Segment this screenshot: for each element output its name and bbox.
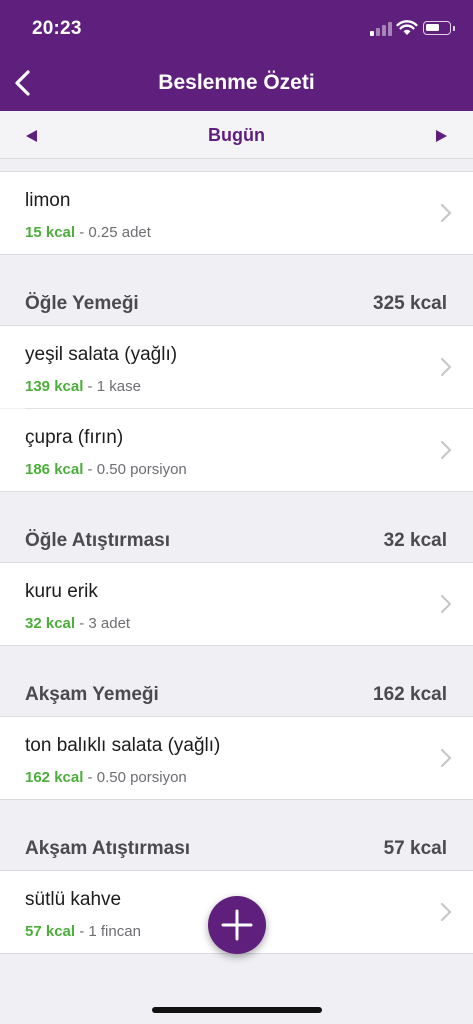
food-name: ton balıklı salata (yağlı) [25,735,221,756]
food-detail: 162 kcal - 0.50 porsiyon [25,769,187,786]
chevron-right-icon [440,748,452,768]
food-kcal: 186 kcal [25,461,84,478]
food-name: çupra (fırın) [25,427,124,448]
section-total: 162 kcal [373,684,447,705]
separator [0,491,473,492]
wifi-icon [396,20,418,35]
status-time: 20:23 [32,18,82,39]
list-item[interactable]: ton balıklı salata (yağlı) 162 kcal - 0.… [0,717,473,799]
section-title: Akşam Atıştırması [25,838,191,859]
plus-icon [221,909,253,941]
list-item[interactable]: limon 15 kcal - 0.25 adet [0,172,473,254]
section-title: Öğle Atıştırması [25,530,171,551]
food-detail: 139 kcal - 1 kase [25,378,141,395]
date-label[interactable]: Bugün [0,125,473,146]
list-item[interactable]: çupra (fırın) 186 kcal - 0.50 porsiyon [0,409,473,491]
food-name: kuru erik [25,581,98,602]
food-kcal: 139 kcal [25,378,84,395]
chevron-right-icon [440,594,452,614]
battery-icon [423,21,455,35]
separator [0,254,473,255]
food-detail: 32 kcal - 3 adet [25,615,130,632]
food-amount: - 1 kase [83,378,141,395]
section-title: Öğle Yemeği [25,293,139,314]
separator [0,799,473,800]
next-day-button[interactable] [432,128,452,144]
section-total: 32 kcal [383,530,447,551]
chevron-right-icon [440,357,452,377]
list-item[interactable]: yeşil salata (yağlı) 139 kcal - 1 kase [0,326,473,408]
cellular-signal-icon [370,22,392,36]
date-navigator: Bugün [0,111,473,159]
section-header-dinner-snack: Akşam Atıştırması 57 kcal [0,828,473,872]
app-header: 20:23 Beslenme Özeti [0,0,473,111]
section-total: 57 kcal [383,838,447,859]
separator [0,645,473,646]
page-title: Beslenme Özeti [158,71,315,94]
food-amount: - 0.50 porsiyon [83,769,187,786]
food-amount: - 3 adet [75,615,131,632]
food-name: sütlü kahve [25,889,122,910]
food-amount: - 0.25 adet [75,224,151,241]
food-amount: - 0.50 porsiyon [83,461,187,478]
status-bar: 20:23 [0,0,473,58]
food-name: limon [25,190,71,211]
food-detail: 186 kcal - 0.50 porsiyon [25,461,187,478]
chevron-right-icon [440,902,452,922]
section-title: Akşam Yemeği [25,684,159,705]
food-detail: 15 kcal - 0.25 adet [25,224,151,241]
food-detail: 57 kcal - 1 fincan [25,923,141,940]
section-header-lunch-snack: Öğle Atıştırması 32 kcal [0,520,473,564]
section-header-lunch: Öğle Yemeği 325 kcal [0,283,473,327]
chevron-right-icon [440,203,452,223]
food-kcal: 162 kcal [25,769,84,786]
food-amount: - 1 fincan [75,923,141,940]
food-kcal: 15 kcal [25,224,76,241]
food-kcal: 57 kcal [25,923,76,940]
list-item[interactable]: kuru erik 32 kcal - 3 adet [0,563,473,645]
food-kcal: 32 kcal [25,615,76,632]
section-total: 325 kcal [373,293,447,314]
triangle-right-icon [436,130,447,142]
chevron-right-icon [440,440,452,460]
add-food-button[interactable] [208,896,266,954]
home-indicator[interactable] [152,1007,322,1013]
section-header-dinner: Akşam Yemeği 162 kcal [0,674,473,718]
food-name: yeşil salata (yağlı) [25,344,178,365]
